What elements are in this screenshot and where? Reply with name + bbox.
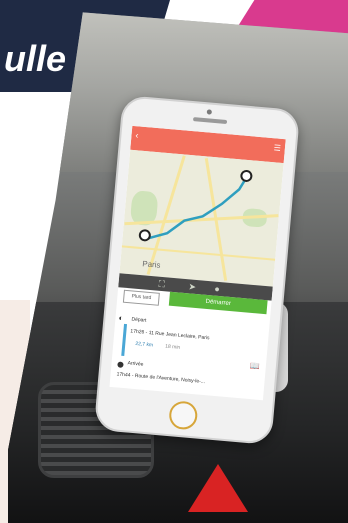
home-button[interactable] (168, 400, 199, 431)
city-label: Paris (141, 259, 161, 270)
layers-icon[interactable]: ● (214, 284, 220, 294)
camera-icon (206, 109, 213, 115)
departure-label: Départ (131, 316, 147, 324)
departure-address: 17h26 - 11 Rue Jean Leclaire, Paris (130, 328, 210, 342)
arrival-dot-icon (117, 361, 124, 368)
locate-icon[interactable]: ➤ (188, 281, 196, 293)
arrival-label: Arrivée (127, 360, 144, 368)
car-icon: ◐ (118, 313, 124, 323)
back-icon[interactable]: ‹ (135, 130, 139, 140)
arrival-address: 17h44 - Route de l'Aventure, Noisy-le-..… (116, 371, 206, 386)
smartphone: ‹ ☰ Paris ⛶ ➤ ● Plus tard Démarrer ◐ Dép… (93, 94, 301, 446)
menu-icon[interactable]: ☰ (273, 143, 281, 153)
speaker (192, 117, 228, 125)
route-duration: 18 min (164, 343, 181, 351)
banner-text: ulle (4, 38, 67, 79)
fullscreen-icon[interactable]: ⛶ (158, 279, 165, 291)
route-map[interactable]: Paris (119, 149, 284, 287)
phone-screen: ‹ ☰ Paris ⛶ ➤ ● Plus tard Démarrer ◐ Dép… (109, 125, 286, 401)
book-icon[interactable]: 📖 (250, 361, 261, 371)
route-distance: 22,7 km (135, 340, 154, 349)
later-button[interactable]: Plus tard (122, 289, 160, 306)
hazard-button-icon (188, 464, 248, 512)
route-progress-line (121, 323, 128, 356)
